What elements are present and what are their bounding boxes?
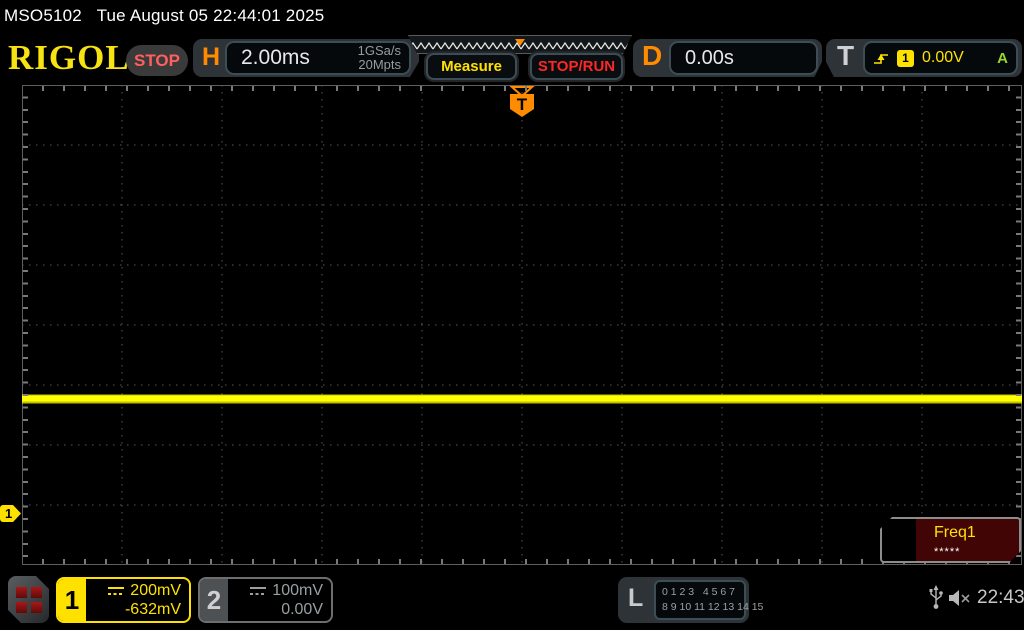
- waveform-overview-strip[interactable]: [408, 35, 632, 54]
- channel2-badge[interactable]: 2 100mV 0.00V: [198, 577, 333, 623]
- trigger-sweep-mode: A: [997, 49, 1008, 67]
- channel1-offset: -632mV: [124, 601, 181, 618]
- channel1-scale: 200mV: [130, 582, 181, 599]
- horizontal-label: H: [202, 43, 221, 71]
- delay-menu-button[interactable]: D 0.00s: [633, 39, 822, 77]
- delay-readout: 0.00s: [669, 41, 818, 75]
- channel1-number: 1: [58, 579, 86, 621]
- timebase-value: 2.00ms: [241, 46, 310, 69]
- trigger-label: T: [837, 40, 855, 71]
- oscilloscope-screen: MSO5102 Tue August 05 22:44:01 2025 RIGO…: [0, 0, 1024, 630]
- channel2-scale: 100mV: [272, 582, 323, 599]
- waveform-display: T: [22, 85, 1022, 565]
- measure-button[interactable]: Measure: [426, 53, 517, 80]
- trigger-readout: 1 0.00V A: [863, 41, 1018, 75]
- dc-coupling-icon: [108, 586, 125, 595]
- measurement-result-box[interactable]: Freq1 *****: [880, 517, 1021, 563]
- trigger-menu-button[interactable]: T 1 0.00V A: [826, 39, 1022, 77]
- acquisition-readout: 1GSa/s 20Mpts: [358, 44, 401, 72]
- channel1-badge[interactable]: 1 200mV -632mV: [56, 577, 191, 623]
- logic-channel-list: 0 1 2 3 4 5 6 7 8 9 10 11 12 13 14 15: [654, 580, 763, 620]
- rising-edge-icon: [874, 53, 888, 64]
- run-state-badge: STOP: [126, 45, 188, 76]
- logic-row-1: 0 1 2 3 4 5 6 7: [662, 586, 735, 598]
- grid-ticks-right: [1016, 86, 1021, 564]
- measurement-value: *****: [934, 546, 961, 558]
- sample-rate: 1GSa/s: [357, 43, 401, 58]
- dc-coupling-icon: [250, 586, 267, 595]
- clock-text: 22:43: [977, 587, 1024, 608]
- logic-channels-badge[interactable]: L 0 1 2 3 4 5 6 7 8 9 10 11 12 13 14 15: [618, 577, 763, 623]
- channel1-trace: [22, 392, 1022, 406]
- grid-ticks-left: [23, 86, 28, 564]
- svg-text:T: T: [517, 95, 528, 114]
- title-bar: MSO5102 Tue August 05 22:44:01 2025: [4, 6, 324, 26]
- channel2-number: 2: [200, 579, 228, 621]
- horizontal-menu-button[interactable]: H 2.00ms 1GSa/s 20Mpts: [193, 39, 419, 77]
- grid-ticks-top: [23, 86, 1021, 91]
- channel2-offset: 0.00V: [281, 601, 323, 618]
- horizontal-readout: 2.00ms 1GSa/s 20Mpts: [225, 41, 411, 75]
- channel1-readout: 200mV -632mV: [86, 579, 189, 621]
- model-name: MSO5102: [4, 6, 82, 25]
- delay-label: D: [642, 40, 663, 71]
- logic-label: L: [628, 584, 644, 612]
- datetime-text: Tue August 05 22:44:01 2025: [96, 6, 325, 25]
- measurement-name: Freq1: [934, 524, 976, 541]
- logic-row-2: 8 9 10 11 12 13 14 15: [662, 601, 764, 613]
- nav-grid-button[interactable]: [8, 576, 49, 623]
- memory-depth: 20Mpts: [358, 57, 401, 72]
- overview-zigzag-icon: [412, 36, 628, 53]
- delay-value: 0.00s: [685, 46, 734, 69]
- usb-icon: [929, 585, 943, 609]
- trigger-source-badge: 1: [897, 49, 914, 67]
- grid-ticks-bottom: [23, 559, 1021, 564]
- rigol-logo: RIGOL: [8, 38, 130, 77]
- stop-run-button[interactable]: STOP/RUN: [530, 53, 623, 80]
- graticule-grid: [22, 85, 1022, 565]
- channel2-readout: 100mV 0.00V: [228, 579, 331, 621]
- trigger-level-value: 0.00V: [922, 49, 964, 66]
- speaker-muted-icon: [949, 590, 970, 606]
- channel1-level-marker[interactable]: 1: [0, 505, 21, 522]
- grid-squares-icon: [16, 587, 42, 613]
